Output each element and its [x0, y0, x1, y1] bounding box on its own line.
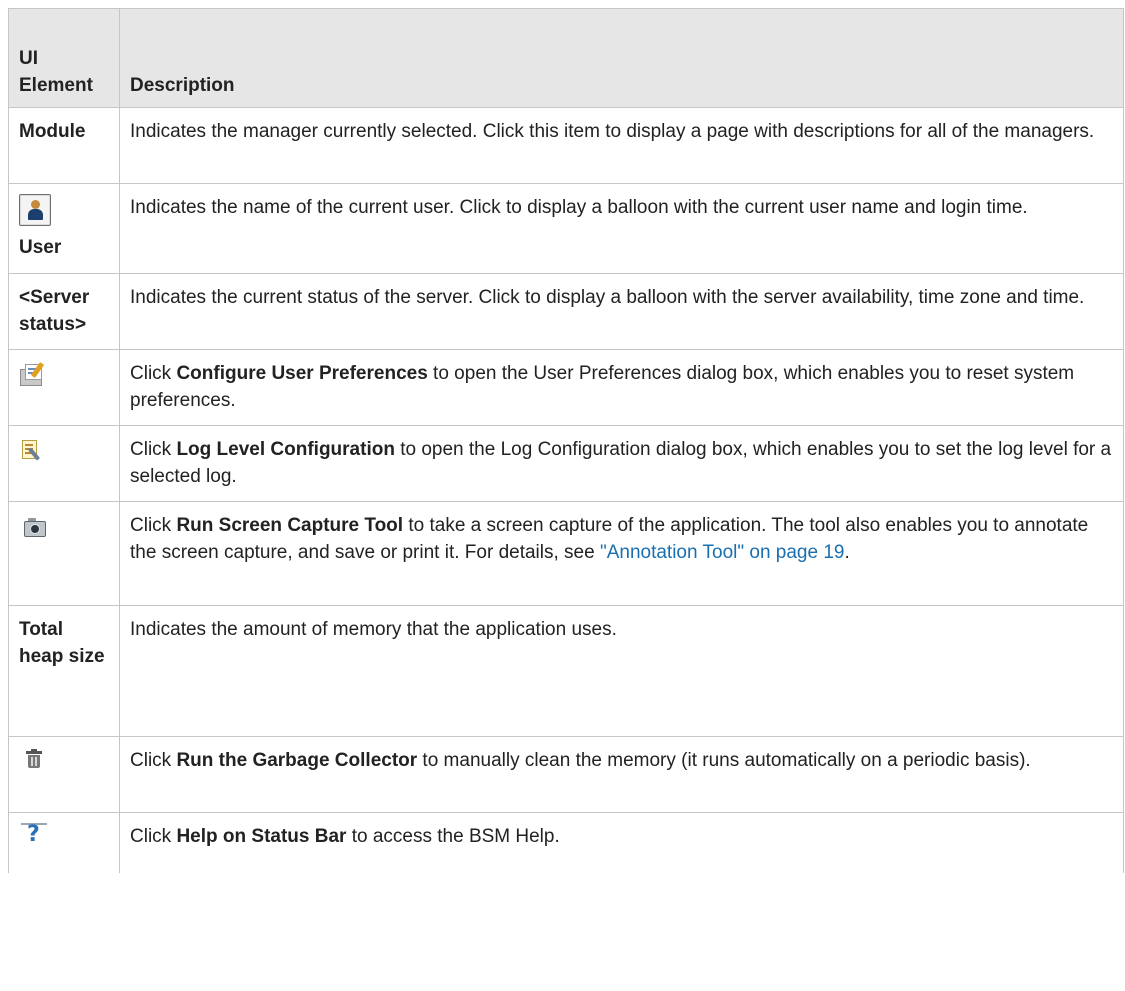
run-screen-capture-tool-label: Run Screen Capture Tool: [176, 515, 404, 536]
table-row: User Indicates the name of the current u…: [8, 183, 1124, 274]
log-level-configuration-label: Log Level Configuration: [176, 439, 395, 460]
table-header-row: UI Element Description: [8, 8, 1124, 108]
element-name: Module: [8, 107, 120, 184]
help-on-status-bar-label: Help on Status Bar: [176, 826, 347, 847]
ui-elements-table: UI Element Description Module Indicates …: [8, 8, 1124, 873]
element-name: [8, 425, 120, 502]
header-description: Description: [119, 8, 1124, 108]
table-row: Module Indicates the manager currently s…: [8, 107, 1124, 184]
screen-capture-camera-icon: [23, 517, 47, 537]
element-description: Click Log Level Configuration to open th…: [119, 425, 1124, 502]
element-description: Indicates the amount of memory that the …: [119, 605, 1124, 737]
element-description: Indicates the manager currently selected…: [119, 107, 1124, 184]
element-label: Module: [19, 121, 86, 142]
element-name: ?: [8, 812, 120, 873]
header-ui-element: UI Element: [8, 8, 120, 108]
table-row: ? Click Help on Status Bar to access the…: [8, 812, 1124, 873]
element-name: <Server status>: [8, 273, 120, 350]
table-row: Click Run the Garbage Collector to manua…: [8, 736, 1124, 813]
element-description: Click Run the Garbage Collector to manua…: [119, 736, 1124, 813]
element-name: Total heap size: [8, 605, 120, 737]
help-icon: ?: [21, 823, 47, 847]
trash-icon: [25, 749, 47, 771]
log-level-configuration-icon: [19, 438, 43, 462]
element-name: [8, 501, 120, 606]
element-description: Indicates the name of the current user. …: [119, 183, 1124, 274]
element-description: Click Configure User Preferences to open…: [119, 349, 1124, 426]
annotation-tool-link[interactable]: "Annotation Tool" on page 19: [600, 542, 845, 563]
element-description: Indicates the current status of the serv…: [119, 273, 1124, 350]
table-row: Total heap size Indicates the amount of …: [8, 605, 1124, 737]
element-label: Total heap size: [19, 619, 105, 667]
element-name: [8, 349, 120, 426]
configure-user-preferences-label: Configure User Preferences: [176, 363, 428, 384]
user-icon: [19, 194, 51, 226]
run-garbage-collector-label: Run the Garbage Collector: [176, 750, 418, 771]
element-label: <Server status>: [19, 287, 90, 335]
table-row: Click Configure User Preferences to open…: [8, 349, 1124, 426]
table-row: Click Log Level Configuration to open th…: [8, 425, 1124, 502]
configure-user-preferences-icon: [19, 362, 45, 386]
table-row: <Server status> Indicates the current st…: [8, 273, 1124, 350]
table-row: Click Run Screen Capture Tool to take a …: [8, 501, 1124, 606]
element-description: Click Run Screen Capture Tool to take a …: [119, 501, 1124, 606]
element-name: [8, 736, 120, 813]
element-description: Click Help on Status Bar to access the B…: [119, 812, 1124, 873]
element-label: User: [19, 237, 62, 258]
element-name: User: [8, 183, 120, 274]
